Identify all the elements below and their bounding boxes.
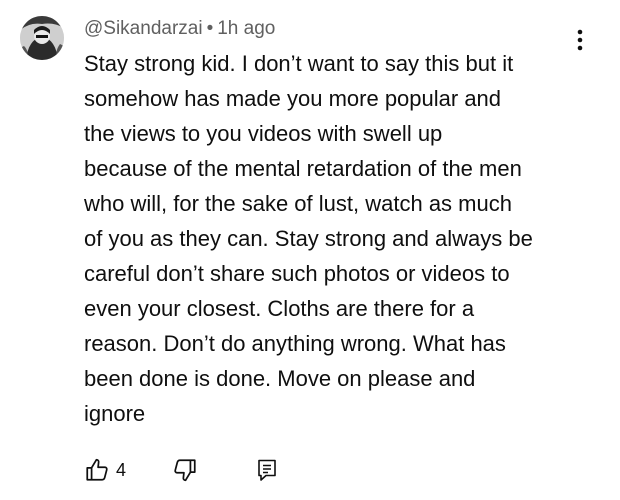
comment-text-line: even your closest. Cloths are there for … [84,296,475,321]
avatar[interactable] [20,16,64,60]
meta-separator: • [206,18,214,39]
reply-button[interactable] [256,458,278,482]
like-count: 4 [116,459,127,480]
comment-card: @Sikandarzai • 1h ago Stay strong kid. I… [0,0,620,500]
reply-comment-icon [258,459,276,481]
author-handle[interactable]: @Sikandarzai [84,18,203,40]
dislike-button[interactable] [172,457,198,483]
comment-text-line: careful don’t share such photos or video… [84,261,510,286]
avatar-image [20,16,64,60]
comment-text-line: the views to you videos with swell up [84,121,443,146]
thumb-down-icon [174,459,196,482]
comment-text: Stay strong kid. I don’t want to say thi… [84,46,594,431]
comment-text-line: because of the mental retardation of the… [84,156,522,181]
comment-text-line: been done is done. Move on please and [84,366,476,391]
comment-text-line: ignore [84,401,146,426]
comment-text-line: Stay strong kid. I don’t want to say thi… [84,51,514,76]
comment-text-line: who will, for the sake of lust, watch as… [84,191,512,216]
comment-actions: 4 [84,454,278,486]
comment-text-line: reason. Don’t do anything wrong. What ha… [84,331,506,356]
comment-text-line: of you as they can. Stay strong and alwa… [84,226,533,251]
comment-timestamp[interactable]: 1h ago [217,18,275,40]
like-button[interactable]: 4 [84,457,126,483]
thumb-up-icon [86,458,108,481]
comment-header: @Sikandarzai • 1h ago [84,16,275,42]
comment-text-line: somehow has made you more popular and [84,86,502,111]
